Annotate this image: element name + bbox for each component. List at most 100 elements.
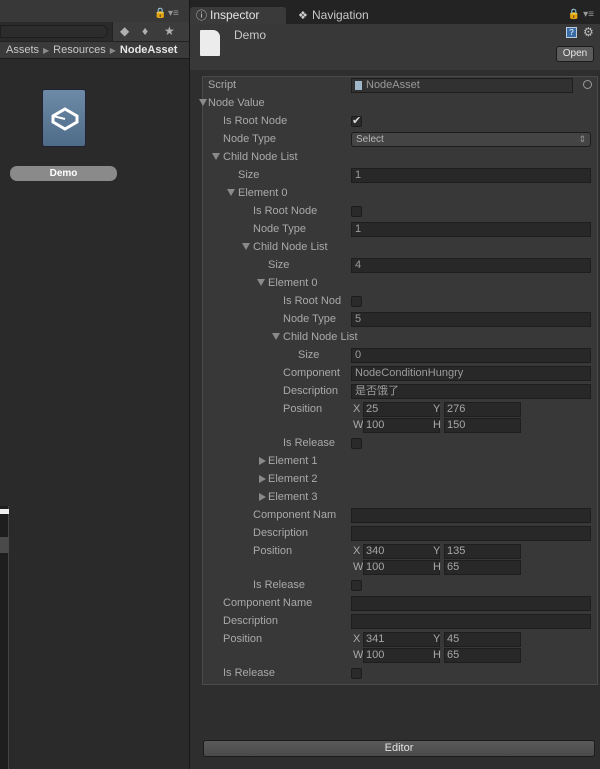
node-type-label: Node Type [283,313,337,325]
h-label: H [433,649,441,661]
node-type-row: Node Type Select [203,131,597,149]
is-root-row: Is Root Node [203,203,597,221]
script-value: NodeAsset [366,79,420,91]
script-icon [355,81,362,90]
document-icon [200,30,220,56]
node-type-field[interactable]: 5 [351,312,591,327]
element-row[interactable]: Element 0 [203,185,597,203]
is-release-label: Is Release [283,437,335,449]
script-field[interactable]: NodeAsset [351,78,573,93]
x-field[interactable]: 341 [363,632,440,647]
favorite-star-icon[interactable]: ★ [164,24,175,38]
lower-panel-scrollbar[interactable] [0,537,9,553]
component-field[interactable]: NodeConditionHungry [351,366,591,381]
editor-button[interactable]: Editor [203,740,595,757]
element-row[interactable]: Element 0 [203,275,597,293]
tab-navigation-label: Navigation [312,8,369,22]
foldout-open-icon[interactable] [272,333,280,340]
foldout-open-icon[interactable] [257,279,265,286]
foldout-closed-icon[interactable] [259,475,266,483]
node-type-label: Node Type [223,133,277,145]
inspector-window: ⓘ Inspector ❖ Navigation 🔒 ▾≡ Demo ? ⚙ Ope… [190,0,600,769]
unity-asset-icon[interactable] [42,89,86,147]
size-field[interactable]: 1 [351,168,591,183]
filter-by-type-icon[interactable]: ◆ [120,24,129,38]
is-release-label: Is Release [253,579,305,591]
asset-label[interactable]: Demo [10,166,117,181]
component-field[interactable] [351,596,591,611]
node-value-label: Node Value [208,97,265,109]
element-row[interactable]: Element 2 [203,471,597,489]
help-icon[interactable]: ? [566,27,577,38]
is-root-label: Is Root Nod [283,295,342,307]
foldout-closed-icon[interactable] [259,457,266,465]
child-list-row[interactable]: Child Node List [203,239,597,257]
breadcrumb-resources[interactable]: Resources [53,44,106,56]
h-label: H [433,561,441,573]
element-label: Element 0 [238,187,288,199]
is-root-label: Is Root Node [223,115,288,127]
position-label: Position [223,633,263,645]
component-field[interactable] [351,508,591,523]
node-type-field[interactable]: 1 [351,222,591,237]
menu-icon[interactable]: ▾≡ [168,8,179,19]
size-row: Size 4 [203,257,597,275]
foldout-closed-icon[interactable] [259,493,266,501]
foldout-open-icon[interactable] [227,189,235,196]
h-field[interactable]: 65 [444,560,521,575]
is-release-checkbox[interactable] [351,438,362,449]
filter-by-label-icon[interactable]: ♦ [142,24,148,38]
object-picker-icon[interactable] [583,80,592,89]
is-root-checkbox[interactable] [351,296,362,307]
open-button[interactable]: Open [556,46,594,62]
w-field[interactable]: 100 [363,418,440,433]
h-field[interactable]: 65 [444,648,521,663]
y-field[interactable]: 135 [444,544,521,559]
tab-bar: ⓘ Inspector ❖ Navigation 🔒 ▾≡ [190,0,600,24]
project-search-input[interactable] [0,25,108,38]
breadcrumb-nodeasset[interactable]: NodeAsset [120,44,177,56]
tab-menu-icon[interactable]: 🔒 ▾≡ [568,9,594,20]
breadcrumb-assets[interactable]: Assets [6,44,39,56]
description-field[interactable] [351,614,591,629]
node-value-row[interactable]: Node Value [199,95,597,113]
w-field[interactable]: 100 [363,560,440,575]
description-field[interactable]: 是否饿了 [351,384,591,399]
h-field[interactable]: 150 [444,418,521,433]
inspector-title: Demo [234,28,267,42]
foldout-open-icon[interactable] [242,243,250,250]
breadcrumb-separator-icon: ▶ [109,46,116,55]
project-tools: ◆ ♦ ★ [112,22,189,41]
w-field[interactable]: 100 [363,648,440,663]
breadcrumb-separator-icon: ▶ [43,46,50,55]
size-row: Size 1 [203,167,597,185]
y-field[interactable]: 45 [444,632,521,647]
lock-icon[interactable]: 🔒 [154,8,166,19]
x-label: X [353,545,361,557]
foldout-open-icon[interactable] [212,153,220,160]
gear-icon[interactable]: ⚙ [583,25,594,39]
node-type-dropdown[interactable]: Select [351,132,591,147]
size-field[interactable]: 0 [351,348,591,363]
child-list-row[interactable]: Child Node List [203,149,597,167]
x-field[interactable]: 25 [363,402,440,417]
is-release-checkbox[interactable] [351,580,362,591]
w-label: W [353,649,364,661]
child-list-row[interactable]: Child Node List [203,329,597,347]
is-root-checkbox[interactable] [351,114,362,127]
size-field[interactable]: 4 [351,258,591,273]
size-row: Size 0 [203,347,597,365]
inspector-body: Script NodeAsset Node Value Is Root Node… [190,70,600,769]
tab-navigation[interactable]: ❖ Navigation [292,7,392,24]
y-field[interactable]: 276 [444,402,521,417]
is-release-checkbox[interactable] [351,668,362,679]
element-row[interactable]: Element 1 [203,453,597,471]
tab-inspector[interactable]: ⓘ Inspector [190,7,286,24]
node-type-row: Node Type 5 [203,311,597,329]
description-field[interactable] [351,526,591,541]
size-wh-row: W 100 H 65 [203,647,597,665]
element-row[interactable]: Element 3 [203,489,597,507]
foldout-open-icon[interactable] [199,99,207,106]
x-field[interactable]: 340 [363,544,440,559]
is-root-checkbox[interactable] [351,206,362,217]
